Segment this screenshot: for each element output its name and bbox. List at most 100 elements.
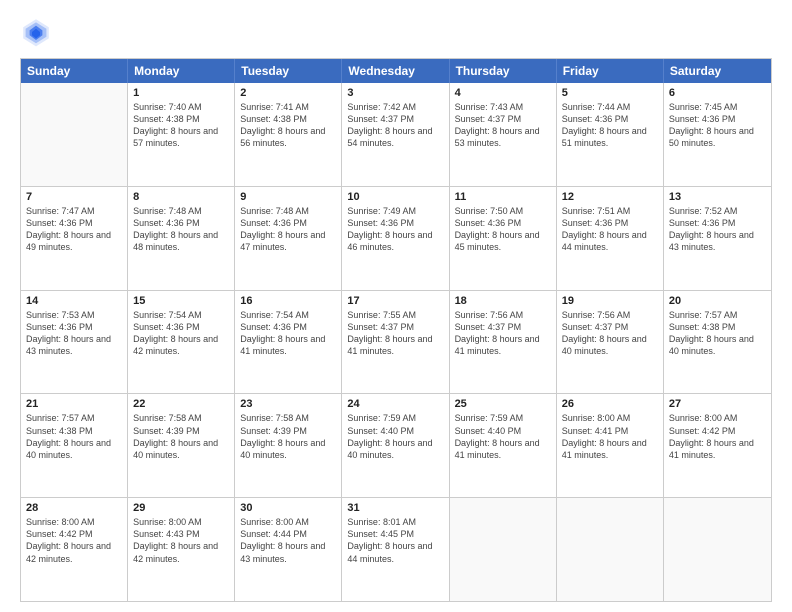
day-info: Sunrise: 7:43 AM Sunset: 4:37 PM Daylight:… <box>455 101 551 150</box>
calendar-day-cell: 15 Sunrise: 7:54 AMSunset: 4:36 PMDayligh… <box>128 291 235 394</box>
day-info: Sunrise: 7:51 AMSunset: 4:36 PMDaylight:… <box>562 205 658 254</box>
daylight-label: Daylight: 8 hours and 41 minutes. <box>455 334 540 356</box>
sunrise-label: Sunrise: 7:48 AM <box>133 206 202 216</box>
sunset-label: Sunset: 4:41 PM <box>562 426 629 436</box>
calendar-day-header: Wednesday <box>342 59 449 83</box>
sunrise-label: Sunrise: 7:58 AM <box>240 413 309 423</box>
sunset-label: Sunset: 4:38 PM <box>240 114 307 124</box>
day-info: Sunrise: 7:56 AMSunset: 4:37 PMDaylight:… <box>562 309 658 358</box>
day-info: Sunrise: 7:52 AM Sunset: 4:36 PM Daylight:… <box>669 205 766 254</box>
day-info: Sunrise: 8:00 AMSunset: 4:43 PMDaylight:… <box>133 516 229 565</box>
day-info: Sunrise: 7:54 AMSunset: 4:36 PMDaylight:… <box>133 309 229 358</box>
day-number: 12 <box>562 191 658 203</box>
day-info: Sunrise: 7:41 AMSunset: 4:38 PMDaylight:… <box>240 101 336 150</box>
sunrise-label: Sunrise: 8:00 AM <box>562 413 631 423</box>
sunrise-label: Sunrise: 7:51 AM <box>562 206 631 216</box>
calendar-day-cell: 16Sunrise: 7:54 AMSunset: 4:36 PMDayligh… <box>235 291 342 394</box>
daylight-label: Daylight: 8 hours and 54 minutes. <box>347 126 432 148</box>
day-number: 5 <box>562 87 658 99</box>
sunrise-label: Sunrise: 7:59 AM <box>455 413 524 423</box>
calendar-day-cell: 6Sunrise: 7:45 AMSunset: 4:36 PMDaylight… <box>664 83 771 186</box>
day-info: Sunrise: 7:57 AMSunset: 4:38 PMDaylight:… <box>669 309 766 358</box>
sunset-label: Sunset: 4:37 PM <box>347 114 414 124</box>
daylight-label: Daylight: 8 hours and 53 minutes. <box>455 126 540 148</box>
calendar-week: 7Sunrise: 7:47 AMSunset: 4:36 PMDaylight… <box>21 187 771 291</box>
sunrise-label: Sunrise: 7:42 AM <box>347 102 416 112</box>
daylight-label: Daylight: 8 hours and 41 minutes. <box>562 438 647 460</box>
calendar-day-header: Tuesday <box>235 59 342 83</box>
page: SundayMondayTuesdayWednesdayThursdayFrid… <box>0 0 792 612</box>
sunset-label: Sunset: 4:36 PM <box>562 114 629 124</box>
sunset-label: Sunset: 4:36 PM <box>669 218 736 228</box>
daylight-label: Daylight: 8 hours and 47 minutes. <box>240 230 325 252</box>
sunrise-label: Sunrise: 8:00 AM <box>240 517 309 527</box>
calendar-week: 21Sunrise: 7:57 AMSunset: 4:38 PMDayligh… <box>21 394 771 498</box>
day-number: 22 <box>133 398 229 410</box>
sunset-label: Sunset: 4:42 PM <box>669 426 736 436</box>
calendar-empty-cell <box>450 498 557 601</box>
day-info: Sunrise: 8:01 AMSunset: 4:45 PMDaylight:… <box>347 516 443 565</box>
day-info: Sunrise: 7:44 AMSunset: 4:36 PMDaylight:… <box>562 101 658 150</box>
day-info: Sunrise: 7:42 AM Sunset: 4:37 PM Daylight:… <box>347 101 443 150</box>
calendar-header: SundayMondayTuesdayWednesdayThursdayFrid… <box>21 59 771 83</box>
sunrise-label: Sunrise: 7:52 AM <box>669 206 738 216</box>
daylight-label: Daylight: 8 hours and 56 minutes. <box>240 126 325 148</box>
daylight-label: Daylight: 8 hours and 48 minutes. <box>133 230 218 252</box>
day-number: 11 <box>455 191 551 203</box>
calendar-day-cell: 8Sunrise: 7:48 AMSunset: 4:36 PMDaylight… <box>128 187 235 290</box>
calendar-day-cell: 29Sunrise: 8:00 AMSunset: 4:43 PMDayligh… <box>128 498 235 601</box>
calendar-day-cell: 22Sunrise: 7:58 AMSunset: 4:39 PMDayligh… <box>128 394 235 497</box>
day-number: 4 <box>455 87 551 99</box>
day-number: 28 <box>26 502 122 514</box>
calendar-day-header: Monday <box>128 59 235 83</box>
day-number: 6 <box>669 87 766 99</box>
sunset-label: Sunset: 4:44 PM <box>240 529 307 539</box>
sunrise-label: Sunrise: 7:57 AM <box>669 310 738 320</box>
calendar-day-header: Sunday <box>21 59 128 83</box>
daylight-label: Daylight: 8 hours and 40 minutes. <box>26 438 111 460</box>
calendar-day-cell: 19 Sunrise: 7:56 AMSunset: 4:37 PMDayligh… <box>557 291 664 394</box>
sunset-label: Sunset: 4:45 PM <box>347 529 414 539</box>
day-number: 15 <box>133 295 229 307</box>
day-number: 31 <box>347 502 443 514</box>
sunset-label: Sunset: 4:36 PM <box>26 322 93 332</box>
day-info: Sunrise: 7:48 AMSunset: 4:36 PMDaylight:… <box>133 205 229 254</box>
calendar-empty-cell <box>664 498 771 601</box>
calendar-day-header: Friday <box>557 59 664 83</box>
day-info: Sunrise: 7:55 AMSunset: 4:37 PMDaylight:… <box>347 309 443 358</box>
calendar-day-cell: 2Sunrise: 7:41 AMSunset: 4:38 PMDaylight… <box>235 83 342 186</box>
sunset-label: Sunset: 4:38 PM <box>133 114 200 124</box>
calendar-day-cell: 1Sunrise: 7:40 AMSunset: 4:38 PMDaylight… <box>128 83 235 186</box>
sunset-label: Sunset: 4:43 PM <box>133 529 200 539</box>
day-number: 24 <box>347 398 443 410</box>
day-number: 21 <box>26 398 122 410</box>
calendar-day-cell: 17Sunrise: 7:55 AMSunset: 4:37 PMDayligh… <box>342 291 449 394</box>
sunrise-label: Sunrise: 7:50 AM <box>455 206 524 216</box>
day-number: 19 <box>562 295 658 307</box>
day-number: 14 <box>26 295 122 307</box>
daylight-label: Daylight: 8 hours and 42 minutes. <box>26 541 111 563</box>
day-number: 23 <box>240 398 336 410</box>
sunset-label: Sunset: 4:40 PM <box>347 426 414 436</box>
sunset-label: Sunset: 4:37 PM <box>562 322 629 332</box>
day-info: Sunrise: 8:00 AMSunset: 4:42 PMDaylight:… <box>26 516 122 565</box>
sunset-label: Sunset: 4:37 PM <box>455 114 522 124</box>
calendar-day-cell: 27Sunrise: 8:00 AMSunset: 4:42 PMDayligh… <box>664 394 771 497</box>
day-info: Sunrise: 7:48 AMSunset: 4:36 PMDaylight:… <box>240 205 336 254</box>
logo-icon <box>20 16 52 48</box>
calendar-empty-cell <box>21 83 128 186</box>
calendar-day-cell: 10Sunrise: 7:49 AMSunset: 4:36 PMDayligh… <box>342 187 449 290</box>
day-number: 20 <box>669 295 766 307</box>
calendar-day-cell: 25Sunrise: 7:59 AMSunset: 4:40 PMDayligh… <box>450 394 557 497</box>
day-info: Sunrise: 8:00 AM Sunset: 4:41 PM Daylight:… <box>562 412 658 461</box>
sunrise-label: Sunrise: 7:59 AM <box>347 413 416 423</box>
calendar-day-cell: 18Sunrise: 7:56 AMSunset: 4:37 PMDayligh… <box>450 291 557 394</box>
day-number: 13 <box>669 191 766 203</box>
daylight-label: Daylight: 8 hours and 43 minutes. <box>669 230 754 252</box>
calendar-body: 1Sunrise: 7:40 AMSunset: 4:38 PMDaylight… <box>21 83 771 601</box>
sunset-label: Sunset: 4:36 PM <box>240 322 307 332</box>
sunset-label: Sunset: 4:39 PM <box>133 426 200 436</box>
sunrise-label: Sunrise: 7:43 AM <box>455 102 524 112</box>
daylight-label: Daylight: 8 hours and 45 minutes. <box>455 230 540 252</box>
sunrise-label: Sunrise: 7:58 AM <box>133 413 202 423</box>
